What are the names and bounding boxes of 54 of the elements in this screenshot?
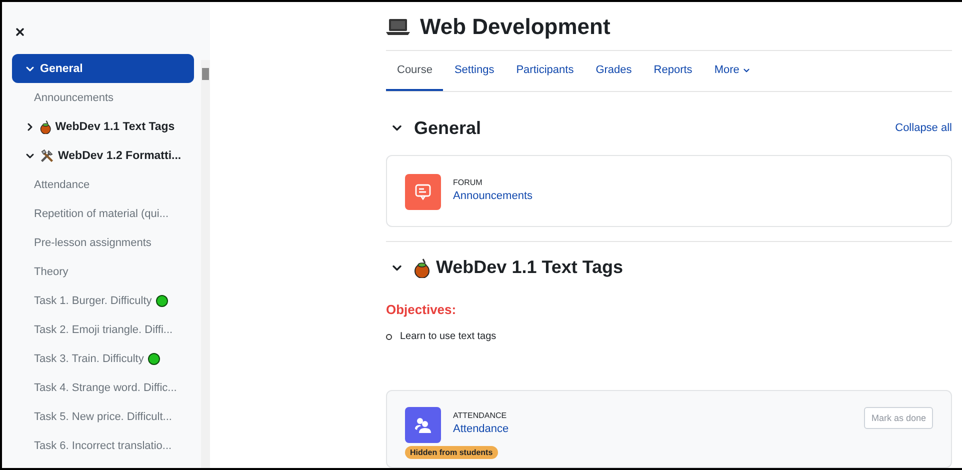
- activity-item[interactable]: Task 4. Strange word. Diffic...: [2, 373, 194, 402]
- activity-item[interactable]: Repetition of material (qui...: [2, 199, 194, 228]
- section-title: WebDev 1.1 Text Tags: [436, 257, 624, 278]
- gourd-icon: [40, 120, 52, 134]
- objectives-heading: Objectives:: [386, 302, 458, 317]
- nav-tab[interactable]: Settings: [443, 51, 506, 92]
- nav-tab[interactable]: Course: [386, 51, 444, 92]
- activity-label: Task 3. Train. Difficulty: [34, 352, 144, 364]
- close-button[interactable]: [14, 26, 26, 38]
- nav-tab[interactable]: Participants: [505, 51, 585, 92]
- activity-item[interactable]: Task 5. New price. Difficult...: [2, 402, 194, 431]
- activity-type: ATTENDANCE: [453, 411, 508, 420]
- section-label: WebDev 1.2 Formatti...: [58, 150, 182, 162]
- activity-item[interactable]: Task 3. Train. Difficulty: [2, 344, 194, 373]
- objective-text: Learn to use text tags: [400, 331, 496, 342]
- section-item[interactable]: WebDev 1.2 Formatti...: [12, 141, 194, 170]
- people-icon: [413, 415, 433, 435]
- tools-icon: [40, 148, 54, 162]
- activity-label: Task 2. Emoji triangle. Diffi...: [34, 324, 173, 336]
- section-title: General: [414, 118, 482, 139]
- activity-item[interactable]: Pre-lesson assignments: [2, 228, 194, 257]
- collapse-all-link[interactable]: Collapse all: [895, 122, 952, 134]
- activity-item[interactable]: Attendance: [2, 170, 194, 199]
- bullet-icon: [386, 334, 392, 340]
- laptop-icon: [386, 17, 410, 38]
- activity-item[interactable]: Task 6. Incorrect translatio...: [2, 431, 194, 460]
- section-label: WebDev 1.1 Text Tags: [55, 120, 175, 132]
- nav-tab[interactable]: More: [703, 51, 762, 92]
- activity-item[interactable]: Announcements: [2, 83, 194, 112]
- section-label: General: [40, 62, 83, 74]
- hidden-badge: Hidden from students: [405, 446, 498, 459]
- activity-label: Task 1. Burger. Difficulty: [34, 294, 152, 306]
- activity-label: Attendance: [34, 178, 90, 190]
- course-title: Web Development: [420, 14, 610, 40]
- activity-link[interactable]: Attendance: [453, 423, 852, 435]
- section-item[interactable]: General: [12, 54, 194, 83]
- nav-tab[interactable]: Reports: [642, 51, 704, 92]
- nav-tab[interactable]: Grades: [584, 51, 643, 92]
- section-item[interactable]: WebDev 1.1 Text Tags: [12, 112, 194, 141]
- scrollbar[interactable]: [201, 60, 210, 468]
- activity-item[interactable]: Theory: [2, 257, 194, 286]
- activity-item[interactable]: Task 2. Emoji triangle. Diffi...: [2, 315, 194, 344]
- activity-item[interactable]: Task 1. Burger. Difficulty: [2, 286, 194, 315]
- activity-label: Task 6. Incorrect translatio...: [34, 440, 172, 452]
- activity-label: Theory: [34, 266, 68, 278]
- forum-icon: [414, 182, 432, 201]
- activity-label: Pre-lesson assignments: [34, 236, 152, 248]
- activity-label: Repetition of material (qui...: [34, 208, 169, 220]
- activity-label: Task 5. New price. Difficult...: [34, 410, 172, 422]
- activity-label: Task 4. Strange word. Diffic...: [34, 382, 177, 394]
- gourd-icon: [414, 258, 430, 278]
- activity-label: Announcements: [34, 92, 114, 104]
- activity-type: FORUM: [453, 178, 484, 187]
- activity-link[interactable]: Announcements: [453, 190, 933, 202]
